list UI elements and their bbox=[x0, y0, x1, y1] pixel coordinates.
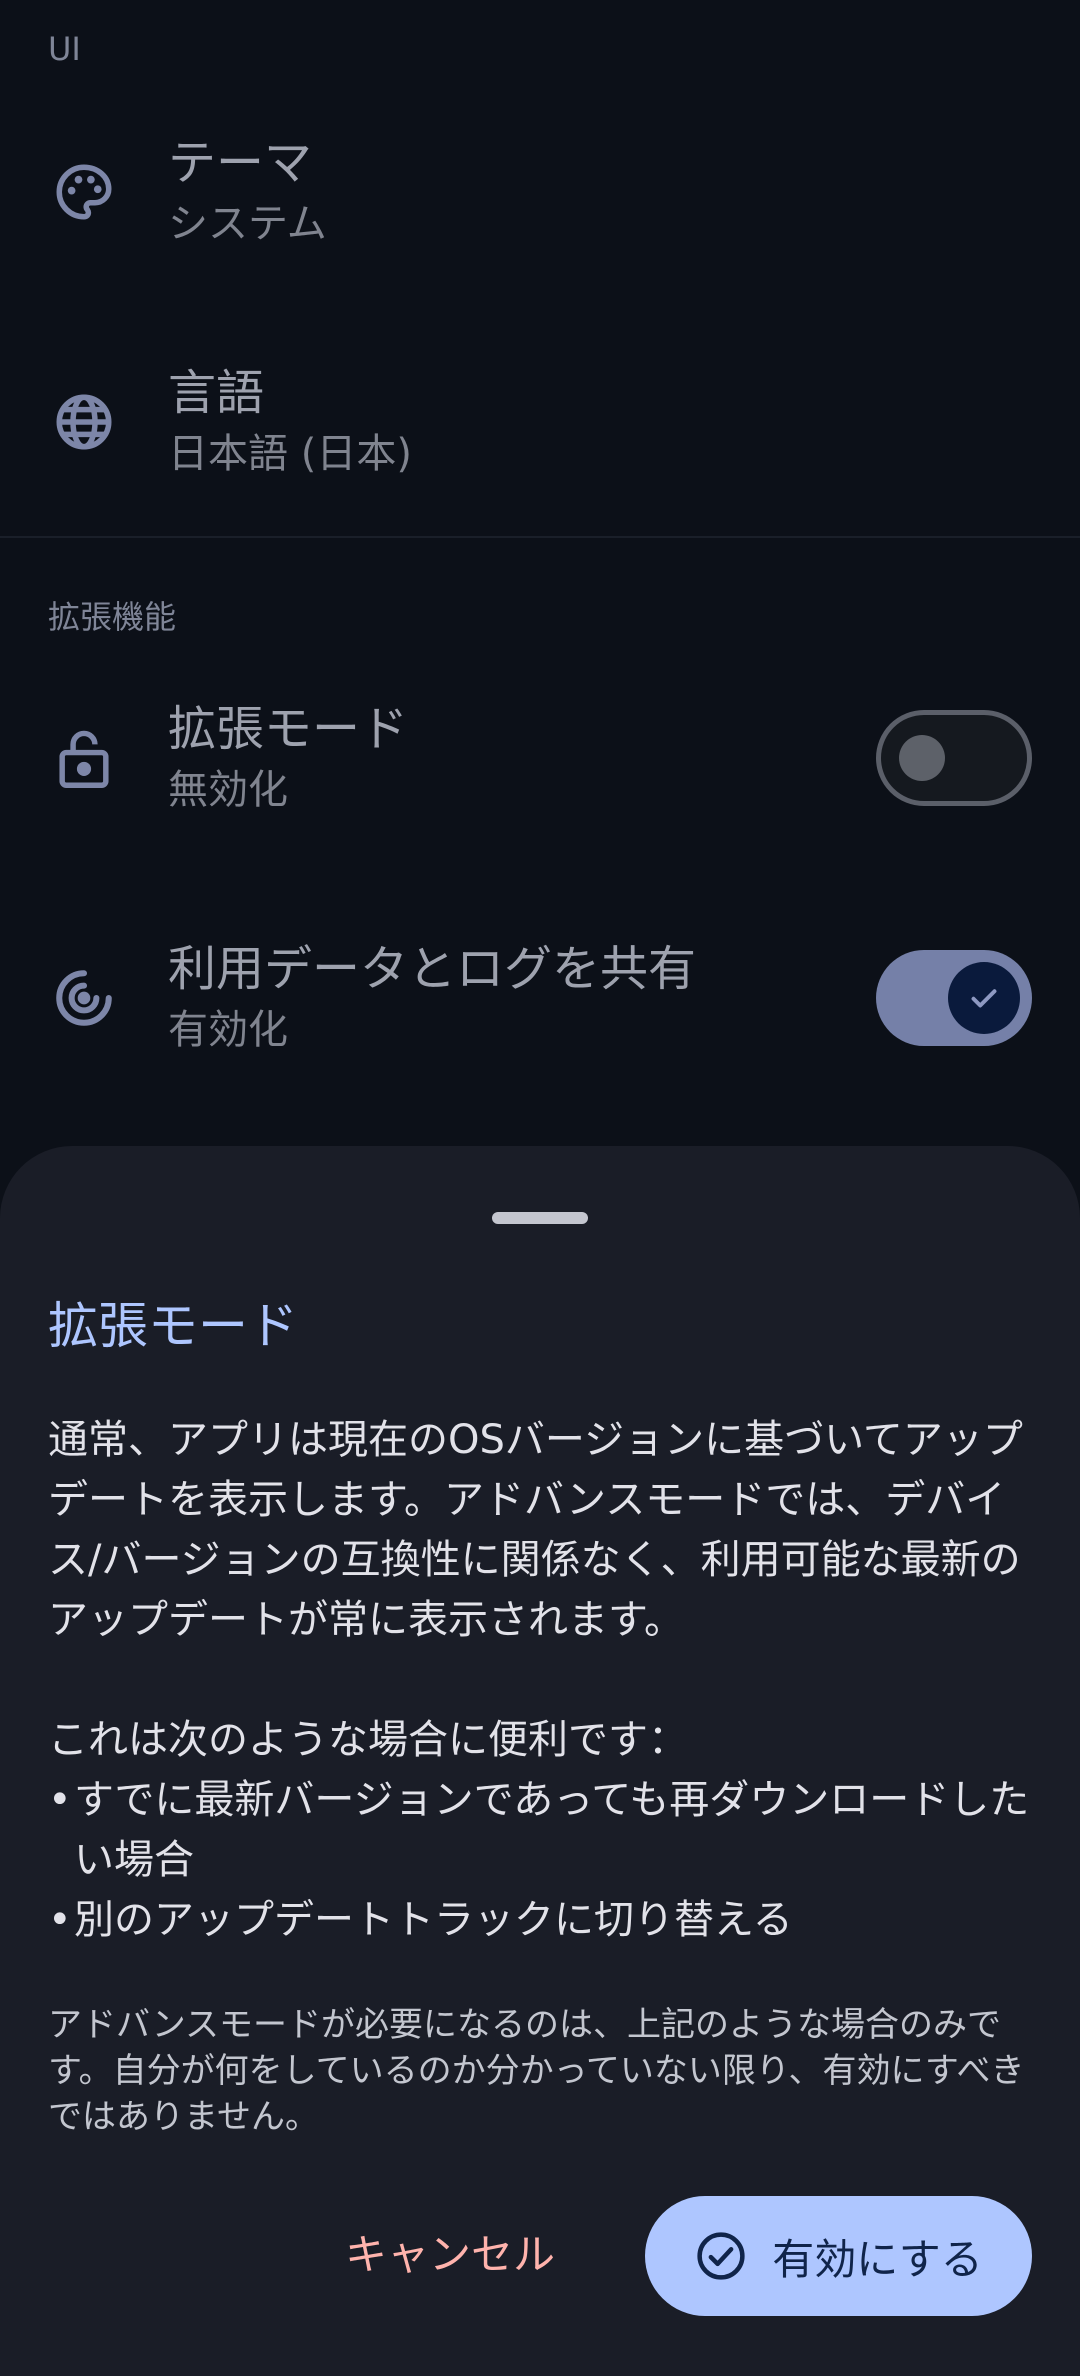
setting-advanced-mode[interactable]: 拡張モード 無効化 bbox=[0, 658, 1080, 858]
setting-theme-title: テーマ bbox=[168, 135, 313, 191]
divider bbox=[0, 536, 1080, 538]
section-label-ui: UI bbox=[48, 30, 81, 68]
enable-button[interactable]: 有効にする bbox=[645, 2196, 1032, 2316]
setting-share-title: 利用データとログを共有 bbox=[168, 941, 697, 997]
drag-handle[interactable] bbox=[492, 1212, 588, 1224]
setting-language-value: 日本語 (日本) bbox=[168, 431, 412, 477]
toggle-knob bbox=[899, 735, 945, 781]
check-icon bbox=[966, 980, 1002, 1016]
fingerprint-icon bbox=[50, 964, 118, 1032]
setting-share-data[interactable]: 利用データとログを共有 有効化 bbox=[0, 898, 1080, 1098]
setting-theme-value: システム bbox=[168, 201, 327, 247]
check-circle-icon bbox=[694, 2229, 748, 2283]
useful-intro: これは次のような場合に便利です： bbox=[48, 1717, 688, 1763]
advanced-mode-toggle[interactable] bbox=[876, 710, 1032, 806]
setting-share-value: 有効化 bbox=[168, 1007, 288, 1053]
sheet-title: 拡張モード bbox=[48, 1297, 298, 1355]
toggle-knob bbox=[948, 962, 1020, 1034]
enable-label: 有効にする bbox=[772, 2234, 983, 2284]
setting-language[interactable]: 言語 日本語 (日本) bbox=[0, 322, 1080, 522]
lock-icon bbox=[50, 724, 118, 792]
globe-icon bbox=[50, 388, 118, 456]
section-label-extensions: 拡張機能 bbox=[48, 598, 177, 636]
cancel-button[interactable]: キャンセル bbox=[330, 2196, 570, 2306]
settings-screen: UI テーマ システム 言語 日本語 (日本) 拡張機能 拡張モード 無効化 利… bbox=[0, 0, 1080, 2376]
list-item: • 別のアップデートトラックに切り替える bbox=[48, 1897, 793, 1943]
setting-advanced-title: 拡張モード bbox=[168, 701, 409, 757]
description-paragraph: 通常、アプリは現在のOSバージョンに基づいてアップデートを表示します。アドバンス… bbox=[48, 1417, 1023, 1643]
sheet-description: 通常、アプリは現在のOSバージョンに基づいてアップデートを表示します。アドバンス… bbox=[48, 1410, 1038, 1950]
setting-theme[interactable]: テーマ システム bbox=[0, 92, 1080, 292]
cancel-label: キャンセル bbox=[344, 2229, 555, 2279]
palette-icon bbox=[50, 158, 118, 226]
share-data-toggle[interactable] bbox=[876, 950, 1032, 1046]
setting-language-title: 言語 bbox=[168, 365, 265, 421]
setting-advanced-value: 無効化 bbox=[168, 767, 288, 813]
list-item: • すでに最新バージョンであっても再ダウンロードしたい場合 bbox=[48, 1777, 1030, 1883]
warning-note: アドバンスモードが必要になるのは、上記のような場合のみです。自分が何をしているの… bbox=[48, 2005, 1025, 2137]
advanced-mode-bottom-sheet: 拡張モード 通常、アプリは現在のOSバージョンに基づいてアップデートを表示します… bbox=[0, 1146, 1080, 2376]
